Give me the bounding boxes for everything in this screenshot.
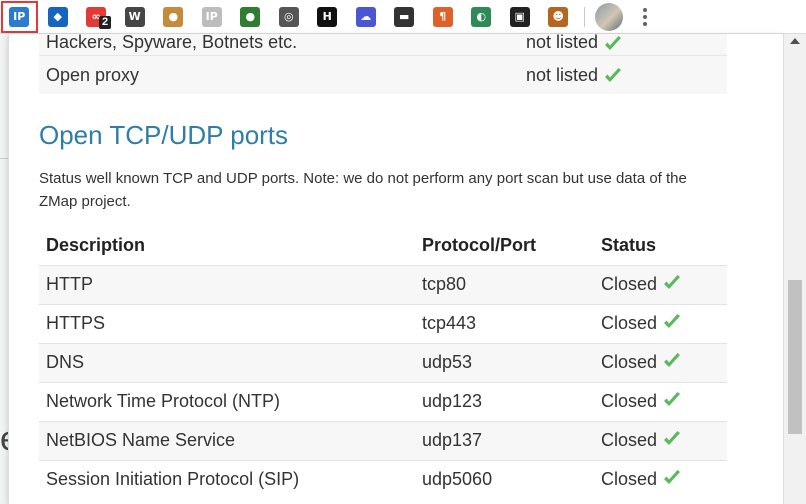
port-protocol: udp137 <box>415 420 594 460</box>
column-header-description: Description <box>46 235 146 256</box>
mask-extension-icon: ▬ <box>394 6 415 27</box>
port-description: HTTPS <box>39 303 415 343</box>
status-text: Closed <box>601 313 658 333</box>
check-icon <box>664 470 681 485</box>
scrollbar-thumb[interactable] <box>788 280 802 434</box>
cookie-extension-icon: ● <box>163 6 184 27</box>
port-status-cell: Closed <box>594 342 727 382</box>
popup-scrollbar[interactable] <box>784 34 806 504</box>
check-icon <box>664 353 681 367</box>
check-icon <box>664 314 681 328</box>
check-icon <box>605 35 622 50</box>
extension-badge: 2 <box>99 15 112 29</box>
paragraph-extension-button[interactable]: ¶ <box>424 0 463 34</box>
table-row: Open proxy not listed <box>39 55 727 94</box>
blacklist-description: Open proxy <box>46 64 140 85</box>
port-description: DNS <box>39 342 415 382</box>
table-row: NetBIOS Name Service udp137 Closed <box>39 420 727 460</box>
toolbar-separator <box>583 6 585 27</box>
port-protocol: tcp80 <box>415 264 594 304</box>
ip-info-extension-button[interactable]: IP <box>0 0 39 34</box>
table-row: DNS udp53 Closed <box>39 342 727 382</box>
tab-extension-button[interactable]: ▣ <box>501 0 540 34</box>
browser-menu-icon[interactable] <box>631 3 659 31</box>
port-status-cell: Closed <box>594 459 727 499</box>
status-text: Closed <box>601 352 658 372</box>
mask-extension-button[interactable]: ▬ <box>385 0 424 34</box>
extension-popup: Hackers, Spyware, Botnets etc. not liste… <box>8 34 784 504</box>
cloud-extension-icon: ☁ <box>355 6 376 27</box>
ports-table: Description Protocol/Port Status HTTP tcp… <box>39 227 727 499</box>
table-row: Session Initiation Protocol (SIP) udp5060… <box>39 459 727 499</box>
table-row: Hackers, Spyware, Botnets etc. not liste… <box>39 34 727 55</box>
port-description: Session Initiation Protocol (SIP) <box>39 459 415 499</box>
check-icon <box>664 275 681 289</box>
profile-avatar[interactable] <box>594 2 623 31</box>
port-status-cell: Closed <box>594 303 727 343</box>
blacklist-status: not listed <box>526 65 623 86</box>
port-protocol: udp53 <box>415 342 594 382</box>
status-text: not listed <box>526 64 599 85</box>
column-header-status: Status <box>601 235 657 256</box>
ip-grey-extension-button[interactable]: IP <box>193 0 232 34</box>
monkey-extension-button[interactable]: ☻ <box>539 0 578 34</box>
port-protocol: udp5060 <box>415 459 594 499</box>
port-status-cell: Closed <box>594 264 727 304</box>
ip-info-extension-icon: IP <box>9 6 30 27</box>
monkey-extension-icon: ☻ <box>548 6 569 27</box>
wordpress-extension-icon: W <box>124 6 145 27</box>
blacklist-status: not listed <box>526 34 623 53</box>
section-description: Status well known TCP and UDP ports. Not… <box>39 170 687 210</box>
check-icon <box>605 68 622 82</box>
port-description: NetBIOS Name Service <box>39 420 415 460</box>
h-extension-button[interactable]: H <box>308 0 347 34</box>
table-row: Network Time Protocol (NTP) udp123 Closed <box>39 381 727 421</box>
status-text: Closed <box>601 430 658 450</box>
port-description: Network Time Protocol (NTP) <box>39 381 415 421</box>
port-protocol: udp123 <box>415 381 594 421</box>
ports-table-body: HTTP tcp80 Closed HTTPS tcp443 Closed DNS udp53… <box>39 264 727 499</box>
blacklist-table: Hackers, Spyware, Botnets etc. not liste… <box>39 34 727 94</box>
eye-extension-button[interactable]: ◎ <box>270 0 309 34</box>
port-status-cell: Closed <box>594 420 727 460</box>
blacklist-description: Hackers, Spyware, Botnets etc. <box>46 34 298 52</box>
blue-red-diamond-extension-icon: ◆ <box>47 6 68 27</box>
h-extension-icon: H <box>317 6 338 27</box>
status-text: Closed <box>601 469 658 490</box>
table-header-row: Description Protocol/Port Status <box>39 227 727 265</box>
cloud-extension-button[interactable]: ☁ <box>347 0 386 34</box>
globe-extension-button[interactable]: ◐ <box>462 0 501 34</box>
port-status-cell: Closed <box>594 381 727 421</box>
table-row: HTTPS tcp443 Closed <box>39 303 727 343</box>
scroll-up-arrow-icon[interactable] <box>790 38 800 44</box>
paragraph-extension-icon: ¶ <box>432 6 453 27</box>
tab-extension-icon: ▣ <box>509 6 530 27</box>
blue-red-diamond-extension-button[interactable]: ◆ <box>39 0 78 34</box>
link-extension-button[interactable]: ∞ 2 <box>77 0 116 34</box>
browser-extensions-toolbar: IP ◆ ∞ 2 W ● IP ● ◎ H ☁ ▬ ¶ ◐ ▣ ☻ <box>0 0 806 34</box>
background-divider <box>0 158 8 159</box>
port-protocol: tcp443 <box>415 303 594 343</box>
green-ball-extension-icon: ● <box>240 6 261 27</box>
table-row: HTTP tcp80 Closed <box>39 264 727 304</box>
popup-content: Hackers, Spyware, Botnets etc. not liste… <box>39 34 727 499</box>
extension-icons: IP ◆ ∞ 2 W ● IP ● ◎ H ☁ ▬ ¶ ◐ ▣ ☻ <box>0 0 578 34</box>
cookie-extension-button[interactable]: ● <box>154 0 193 34</box>
globe-extension-icon: ◐ <box>471 6 492 27</box>
ip-grey-extension-icon: IP <box>201 6 222 27</box>
status-text: not listed <box>526 34 599 52</box>
eye-extension-icon: ◎ <box>278 6 299 27</box>
check-icon <box>664 392 681 406</box>
status-text: Closed <box>601 391 658 411</box>
wordpress-extension-button[interactable]: W <box>116 0 155 34</box>
port-description: HTTP <box>39 264 415 304</box>
column-header-protocol: Protocol/Port <box>422 235 537 256</box>
status-text: Closed <box>601 274 658 294</box>
green-ball-extension-button[interactable]: ● <box>231 0 270 34</box>
section-title: Open TCP/UDP ports <box>39 120 289 150</box>
check-icon <box>664 431 681 445</box>
